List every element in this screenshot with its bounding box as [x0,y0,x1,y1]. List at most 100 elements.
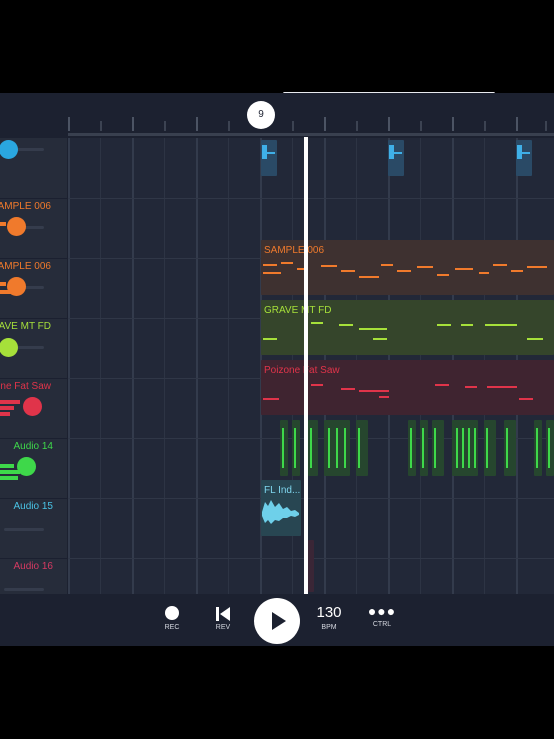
clip-note [462,428,464,468]
track-header[interactable] [0,138,67,199]
volume-knob[interactable] [0,338,18,357]
track-header[interactable]: Audio 15 [0,498,67,559]
volume-knob[interactable] [23,397,42,416]
clip-note [381,264,393,266]
record-label: REC [164,624,180,631]
grid-line [68,138,70,594]
clip-note [263,272,281,274]
pattern-clip[interactable] [408,420,416,476]
audio-clip-fl-ind[interactable]: FL Ind... [261,480,301,536]
transport-bar: REC REV 130 BPM ●●● CTRL [0,594,554,646]
clip-note [263,338,277,340]
ruler-tick [324,117,326,131]
clip-note [522,152,530,154]
clip-note [410,428,412,468]
clip-note [527,266,547,268]
grid-line [132,138,134,594]
track-header[interactable]: Poizone Fat Saw [0,378,67,439]
clip-note [267,152,275,154]
clip-note [435,384,449,386]
volume-knob[interactable] [0,140,18,159]
record-button[interactable]: REC [160,606,184,631]
volume-slider[interactable] [14,148,44,151]
ruler-tick [452,117,454,131]
ctrl-label: CTRL [372,621,392,628]
volume-knob[interactable] [7,277,26,296]
clip-note [336,428,338,468]
ctrl-button[interactable]: ●●● CTRL [366,604,398,628]
pattern-clip[interactable] [356,420,368,476]
level-meter [0,412,10,416]
pattern-clip[interactable] [308,420,318,476]
clip-note [422,428,424,468]
ruler-tick [356,121,358,131]
pattern-clip[interactable] [308,540,314,592]
pattern-clip[interactable] [546,420,554,476]
track-name: SAMPLE 006 [0,261,51,272]
grid-row-divider [68,198,554,199]
playhead[interactable] [304,137,308,595]
rewind-label: REV [215,624,231,631]
track-header[interactable]: SAMPLE 006 [0,258,67,319]
level-meter [0,406,14,410]
play-button[interactable] [254,598,300,644]
pattern-clip[interactable] [324,420,350,476]
volume-slider[interactable] [4,528,44,531]
clip-note [437,324,451,326]
clip-note [358,428,360,468]
pattern-clip[interactable] [388,140,404,176]
pattern-clip[interactable] [420,420,428,476]
clip-note [527,338,543,340]
level-meter [0,222,6,226]
level-meter [0,476,18,480]
pattern-clip[interactable] [280,420,288,476]
level-meter [0,464,14,468]
track-name: GRAVE MT FD [0,321,51,332]
bpm-control[interactable]: 130 BPM [312,604,346,631]
clip-note [506,428,508,468]
track-name: Audio 14 [13,441,53,452]
pattern-clip[interactable] [452,420,478,476]
clip-note [359,328,387,330]
level-meter [0,282,6,286]
clip-note [379,396,389,398]
track-header[interactable]: Audio 14 [0,438,67,499]
volume-knob[interactable] [17,457,36,476]
clip-note [359,276,379,278]
ruler-tick [132,117,134,131]
volume-slider[interactable] [4,588,44,591]
pattern-clip[interactable] [292,420,300,476]
pattern-clip[interactable] [534,420,542,476]
track-name: Audio 15 [13,501,53,512]
audio-waveform [262,500,299,524]
ruler-tick [420,121,422,131]
volume-knob[interactable] [7,217,26,236]
pattern-clip[interactable] [261,140,277,176]
pattern-clip[interactable] [504,420,516,476]
bpm-value: 130 [316,604,342,621]
more-dots-icon: ●●● [367,603,397,619]
ruler-tick [100,121,102,131]
clip-note [474,428,476,468]
clip-note [468,428,470,468]
clip-note [548,428,550,468]
timeline-ruler[interactable]: 9 [0,93,554,138]
track-name: SAMPLE 006 [0,201,51,212]
track-header[interactable]: SAMPLE 006 [0,198,67,259]
ruler-line [68,133,554,136]
pattern-clip[interactable] [432,420,444,476]
pattern-clip[interactable] [516,140,532,176]
clip-note [485,324,517,326]
clip-note [341,270,355,272]
clip-note [417,266,433,268]
track-header[interactable]: GRAVE MT FD [0,318,67,379]
ruler-tick [292,121,294,131]
clip-note [437,274,449,276]
playlist-grid[interactable]: SAMPLE 006 GRAVE MT FD Poizone Fat Saw F… [68,138,554,594]
pattern-clip[interactable] [484,420,496,476]
clip-label: Poizone Fat Saw [264,365,340,376]
ruler-tick [164,121,166,131]
rewind-button[interactable]: REV [211,606,235,631]
ruler-tick [228,121,230,131]
bar-marker[interactable]: 9 [247,101,275,129]
